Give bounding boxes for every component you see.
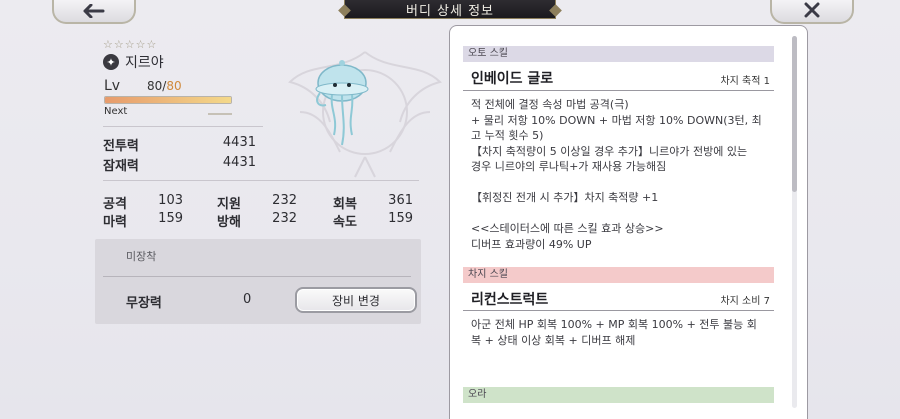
exp-bar	[104, 96, 232, 104]
name-row: ✦ 지르야	[103, 52, 164, 72]
skill-divider	[463, 90, 774, 91]
charge-skill-description: 아군 전체 HP 회복 100% + MP 회복 100% + 전투 불능 회복…	[471, 317, 757, 348]
exp-bar-fill	[105, 97, 231, 103]
charge-skill-cost: 차지 소비 7	[720, 296, 770, 307]
level-value: 80/80	[147, 79, 182, 93]
current-level: 80	[147, 79, 163, 93]
close-button[interactable]	[770, 0, 854, 24]
equipment-divider	[103, 276, 411, 277]
skill-divider	[463, 310, 774, 311]
character-name: 지르야	[125, 55, 164, 71]
auto-line	[471, 206, 762, 222]
charge-line: 복 + 상태 이상 회복 + 디버프 해제	[471, 333, 636, 347]
potential-value: 4431	[222, 155, 256, 170]
stat-support-value: 232	[272, 193, 297, 208]
next-label: Next	[104, 106, 128, 117]
auto-line: 고 누적 횟수 5)	[471, 129, 544, 142]
auto-line: 적 전체에 결정 속성 마법 공격(극)	[471, 98, 629, 111]
stat-hinder-value: 232	[272, 211, 297, 226]
potential-label: 잠재력	[103, 159, 139, 174]
stat-support-label: 지원	[217, 197, 241, 212]
rarity-stars: ☆☆☆☆☆	[103, 38, 158, 51]
equipment-power-label: 무장력	[126, 296, 162, 311]
equipment-status: 미장착	[126, 250, 157, 263]
auto-skill-charge: 차지 축적 1	[720, 76, 770, 87]
stat-hinder-label: 방해	[217, 215, 241, 230]
level-label: Lv	[104, 78, 121, 94]
stat-speed-label: 속도	[333, 215, 357, 230]
equipment-power-value: 0	[243, 292, 252, 307]
dark-element-icon: ✦	[103, 54, 119, 70]
divider	[103, 126, 263, 127]
max-level: 80	[166, 79, 182, 93]
stat-magic-label: 마력	[103, 215, 127, 230]
charge-skill-name: 리컨스트럭트	[471, 292, 549, 308]
auto-line: <<스테이터스에 따른 스킬 효과 상승>>	[471, 222, 664, 235]
change-equipment-button[interactable]: 장비 변경	[295, 287, 417, 313]
page-title: 버디 상세 정보	[344, 0, 556, 19]
stat-heal-value: 361	[388, 193, 413, 208]
stat-magic-value: 159	[158, 211, 183, 226]
next-exp-line	[208, 113, 232, 115]
auto-line: 【차지 축적량이 5 이상일 경우 추가】니르야가 전방에 있는	[471, 144, 748, 158]
stat-atk-value: 103	[158, 193, 183, 208]
charge-line: 아군 전체 HP 회복 100% + MP 회복 100% + 전투 불능 회	[471, 318, 757, 331]
auto-skill-name: 인베이드 글로	[471, 71, 554, 87]
character-portrait	[315, 60, 369, 146]
stat-heal-label: 회복	[333, 197, 357, 212]
combat-power-label: 전투력	[103, 139, 139, 154]
stat-atk-label: 공격	[103, 197, 127, 212]
scrollbar-thumb[interactable]	[792, 36, 797, 192]
back-arrow-icon	[83, 0, 105, 23]
close-x-icon	[804, 0, 820, 23]
auto-line	[471, 175, 762, 191]
auto-line: 디버프 효과량이 49% UP	[471, 237, 592, 251]
stat-speed-value: 159	[388, 211, 413, 226]
auto-line: 경우 니르야의 루나틱+가 재사용 가능해짐	[471, 160, 667, 173]
back-button[interactable]	[52, 0, 136, 24]
aura-header: 오라	[463, 387, 774, 403]
auto-skill-description: 적 전체에 결정 속성 마법 공격(극) + 물리 저항 10% DOWN + 마…	[471, 97, 762, 252]
auto-skill-header: 오토 스킬	[463, 46, 774, 62]
auto-line: + 물리 저항 10% DOWN + 마법 저항 10% DOWN(3턴, 최	[471, 113, 762, 127]
combat-power-value: 4431	[222, 135, 256, 150]
auto-line: 【휘정진 전개 시 추가】차지 축적량 +1	[471, 191, 659, 204]
charge-skill-header: 차지 스킬	[463, 267, 774, 283]
